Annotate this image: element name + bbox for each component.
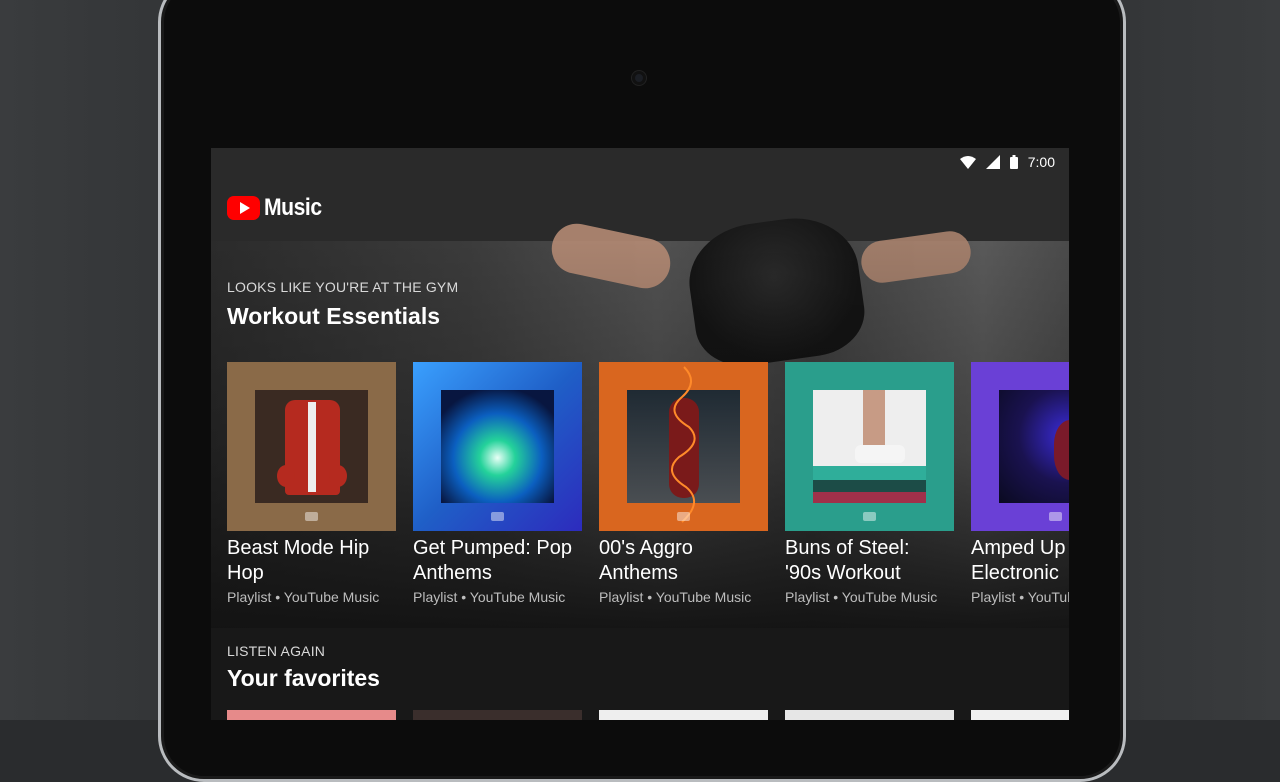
playlist-title[interactable]: Beast Mode Hip: [227, 536, 396, 561]
playlist-title[interactable]: Buns of Steel:: [785, 536, 954, 561]
playlist-title-line2[interactable]: Anthems: [599, 561, 768, 586]
youtube-music-logo[interactable]: Music: [227, 194, 330, 222]
front-camera: [632, 71, 646, 85]
youtube-badge-icon: [1049, 512, 1062, 521]
youtube-badge-icon: [677, 512, 690, 521]
playlist-card[interactable]: 00's Aggro Anthems Playlist • YouTube Mu…: [599, 362, 768, 605]
wifi-icon: [959, 155, 976, 169]
youtube-badge-icon: [491, 512, 504, 521]
playlist-subtitle: Playlist • YouTube Music: [413, 589, 566, 605]
youtube-badge-icon: [863, 512, 876, 521]
playlist-art: [813, 390, 926, 503]
logo-text: Music: [264, 194, 322, 221]
playlist-card[interactable]: Amped Up Electronic Playlist • YouTube M…: [971, 362, 1069, 605]
favorite-thumbnail[interactable]: [227, 710, 396, 720]
youtube-badge-icon: [305, 512, 318, 521]
playlist-title-line2[interactable]: Anthems: [413, 561, 582, 586]
section-title[interactable]: Workout Essentials: [227, 303, 440, 330]
battery-icon: [1009, 155, 1018, 169]
section-kicker: LISTEN AGAIN: [227, 643, 326, 659]
favorite-thumbnail[interactable]: [971, 710, 1069, 720]
playlist-thumbnail[interactable]: [785, 362, 954, 531]
workout-hero-section: LOOKS LIKE YOU'RE AT THE GYM Workout Ess…: [211, 209, 1069, 628]
playlist-art: [255, 390, 368, 503]
playlist-subtitle: Playlist • YouTube Music: [785, 589, 938, 605]
favorite-thumbnail[interactable]: [413, 710, 582, 720]
tablet-screen: 7:00 Music LOOKS LIKE YOU'RE AT THE GYM …: [211, 148, 1069, 720]
playlist-carousel: Beast Mode Hip Hop Playlist • YouTube Mu…: [227, 362, 1069, 605]
playlist-title[interactable]: Amped Up: [971, 536, 1069, 561]
playlist-title-line2[interactable]: '90s Workout: [785, 561, 954, 586]
playlist-card[interactable]: Get Pumped: Pop Anthems Playlist • YouTu…: [413, 362, 582, 605]
playlist-subtitle: Playlist • YouTube Music: [971, 589, 1069, 605]
clock: 7:00: [1027, 154, 1055, 170]
playlist-title[interactable]: Get Pumped: Pop: [413, 536, 582, 561]
favorite-thumbnail[interactable]: [599, 710, 768, 720]
favorites-carousel: [227, 710, 1069, 720]
section-title[interactable]: Your favorites: [227, 665, 380, 692]
playlist-art: [999, 390, 1069, 503]
playlist-thumbnail[interactable]: [227, 362, 396, 531]
playlist-card[interactable]: Beast Mode Hip Hop Playlist • YouTube Mu…: [227, 362, 396, 605]
playlist-art: [441, 390, 554, 503]
youtube-play-icon: [227, 196, 260, 220]
playlist-subtitle: Playlist • YouTube Music: [227, 589, 380, 605]
signal-icon: [985, 155, 1000, 169]
listen-again-section: LISTEN AGAIN Your favorites: [211, 628, 1069, 720]
orange-scribble: [671, 366, 696, 523]
favorite-thumbnail[interactable]: [785, 710, 954, 720]
playlist-title-line2[interactable]: Hop: [227, 561, 396, 586]
playlist-card[interactable]: Buns of Steel: '90s Workout Playlist • Y…: [785, 362, 954, 605]
playlist-thumbnail[interactable]: [413, 362, 582, 531]
section-kicker: LOOKS LIKE YOU'RE AT THE GYM: [227, 279, 459, 295]
playlist-thumbnail[interactable]: [599, 362, 768, 531]
status-bar: 7:00: [211, 148, 1069, 176]
playlist-title-line2[interactable]: Electronic: [971, 561, 1069, 586]
playlist-thumbnail[interactable]: [971, 362, 1069, 531]
playlist-subtitle: Playlist • YouTube Music: [599, 589, 752, 605]
playlist-title[interactable]: 00's Aggro: [599, 536, 768, 561]
